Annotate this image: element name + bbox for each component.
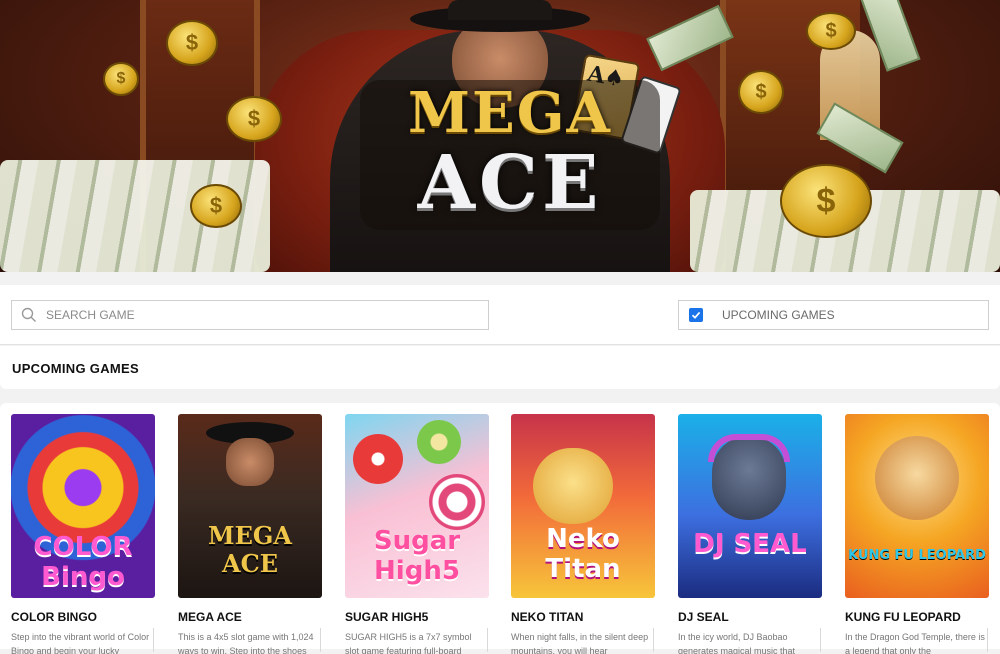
game-art-text: KUNG FU LEOPARD bbox=[848, 548, 986, 563]
game-card[interactable]: Sugar High5 SUGAR HIGH5 SUGAR HIGH5 is a… bbox=[345, 414, 495, 654]
game-title[interactable]: SUGAR HIGH5 bbox=[345, 610, 495, 624]
game-art-text: Neko Titan bbox=[545, 524, 621, 584]
game-title[interactable]: DJ SEAL bbox=[678, 610, 828, 624]
game-thumbnail[interactable]: Sugar High5 bbox=[345, 414, 489, 598]
card-divider bbox=[153, 628, 154, 652]
logo-line-2: ACE bbox=[417, 140, 603, 226]
hat-crown bbox=[448, 0, 552, 20]
game-title[interactable]: COLOR BINGO bbox=[11, 610, 161, 624]
game-card[interactable]: MEGA ACE MEGA ACE This is a 4x5 slot gam… bbox=[178, 414, 328, 654]
game-title[interactable]: MEGA ACE bbox=[178, 610, 328, 624]
coin-icon: $ bbox=[226, 96, 282, 142]
game-description: Step into the vibrant world of Color Bin… bbox=[11, 632, 150, 654]
card-divider bbox=[487, 628, 488, 652]
card-divider bbox=[820, 628, 821, 652]
coin-icon: $ bbox=[166, 20, 218, 66]
coin-icon: $ bbox=[103, 62, 139, 96]
card-divider bbox=[653, 628, 654, 652]
game-card[interactable]: COLOR Bingo COLOR BINGO Step into the vi… bbox=[11, 414, 161, 654]
logo-line-1: MEGA bbox=[408, 80, 612, 146]
game-thumbnail[interactable]: DJ SEAL bbox=[678, 414, 822, 598]
game-thumbnail[interactable]: Neko Titan bbox=[511, 414, 655, 598]
game-description: In the Dragon God Temple, there is a leg… bbox=[845, 632, 985, 654]
game-card[interactable]: Neko Titan NEKO TITAN When night falls, … bbox=[511, 414, 661, 654]
lucky-cat-icon bbox=[533, 448, 613, 524]
coin-icon: $ bbox=[738, 70, 784, 114]
game-description: In the icy world, DJ Baobao generates ma… bbox=[678, 632, 796, 654]
game-logo: MEGA ACE bbox=[360, 80, 660, 230]
candy-icon bbox=[353, 434, 403, 484]
game-grid: COLOR Bingo COLOR BINGO Step into the vi… bbox=[0, 403, 1000, 654]
game-description: SUGAR HIGH5 is a 7x7 symbol slot game fe… bbox=[345, 632, 472, 654]
coin-icon: $ bbox=[806, 12, 856, 50]
upcoming-games-checkbox[interactable] bbox=[689, 308, 703, 322]
search-icon bbox=[12, 301, 46, 329]
game-description: When night falls, in the silent deep mou… bbox=[511, 632, 649, 654]
game-card[interactable]: KUNG FU LEOPARD KUNG FU LEOPARD In the D… bbox=[845, 414, 995, 654]
search-box[interactable] bbox=[11, 300, 489, 330]
game-card[interactable]: DJ SEAL DJ SEAL In the icy world, DJ Bao… bbox=[678, 414, 828, 654]
game-thumbnail[interactable]: MEGA ACE bbox=[178, 414, 322, 598]
leopard-icon bbox=[875, 436, 959, 520]
game-art-text: DJ SEAL bbox=[693, 529, 807, 559]
coin-icon: $ bbox=[190, 184, 242, 228]
coin-icon: $ bbox=[780, 164, 872, 238]
upcoming-games-filter[interactable]: UPCOMING GAMES bbox=[678, 300, 989, 330]
donut-icon bbox=[417, 420, 461, 464]
game-title[interactable]: KUNG FU LEOPARD bbox=[845, 610, 995, 624]
hero-banner[interactable]: $ $ $ $ $ $ $ A♠ MEGA ACE bbox=[0, 0, 1000, 272]
filter-bar: UPCOMING GAMES bbox=[0, 285, 1000, 345]
card-divider bbox=[320, 628, 321, 652]
game-art-text: COLOR Bingo bbox=[33, 532, 133, 592]
game-art-text: Sugar High5 bbox=[373, 526, 461, 586]
checkmark-icon bbox=[691, 311, 701, 319]
game-thumbnail[interactable]: KUNG FU LEOPARD bbox=[845, 414, 989, 598]
game-description: This is a 4x5 slot game with 1,024 ways … bbox=[178, 632, 314, 654]
card-divider bbox=[987, 628, 988, 652]
search-input[interactable] bbox=[46, 308, 476, 322]
gambler-face bbox=[226, 438, 274, 486]
section-title: UPCOMING GAMES bbox=[12, 361, 139, 376]
game-thumbnail[interactable]: COLOR Bingo bbox=[11, 414, 155, 598]
section-header: UPCOMING GAMES bbox=[0, 346, 1000, 389]
upcoming-games-label: UPCOMING GAMES bbox=[722, 308, 835, 322]
game-art-text: MEGA ACE bbox=[208, 521, 292, 578]
game-title[interactable]: NEKO TITAN bbox=[511, 610, 661, 624]
lollipop-icon bbox=[429, 474, 485, 530]
headphones-icon bbox=[708, 434, 790, 462]
